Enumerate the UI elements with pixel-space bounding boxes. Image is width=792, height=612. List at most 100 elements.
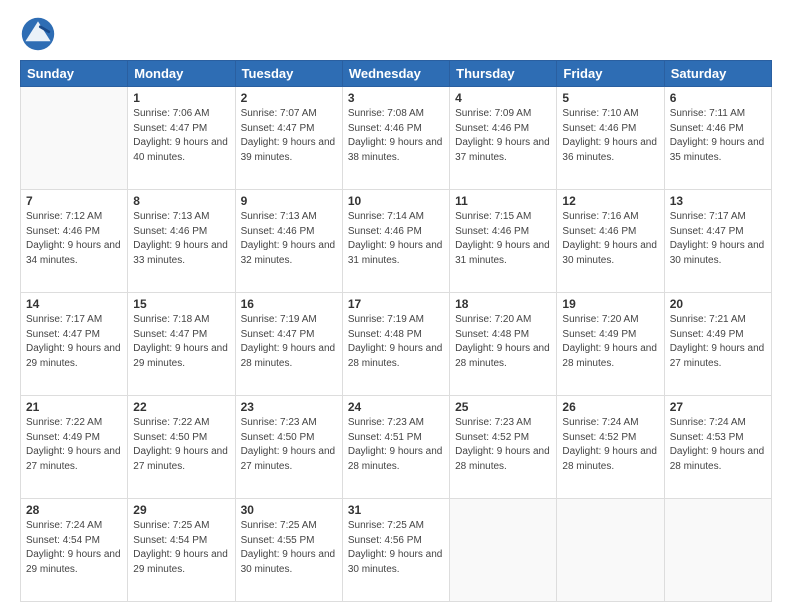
day-info: Sunrise: 7:17 AM Sunset: 4:47 PM Dayligh… <box>26 313 122 371</box>
day-number: 27 <box>670 400 766 414</box>
day-number: 8 <box>133 194 229 208</box>
calendar-cell <box>450 499 557 602</box>
calendar-cell: 5 Sunrise: 7:10 AM Sunset: 4:46 PM Dayli… <box>557 87 664 190</box>
calendar-cell: 13 Sunrise: 7:17 AM Sunset: 4:47 PM Dayl… <box>664 190 771 293</box>
calendar-cell: 30 Sunrise: 7:25 AM Sunset: 4:55 PM Dayl… <box>235 499 342 602</box>
calendar-cell: 10 Sunrise: 7:14 AM Sunset: 4:46 PM Dayl… <box>342 190 449 293</box>
day-number: 11 <box>455 194 551 208</box>
calendar-header-row: SundayMondayTuesdayWednesdayThursdayFrid… <box>21 61 772 87</box>
day-info: Sunrise: 7:13 AM Sunset: 4:46 PM Dayligh… <box>241 210 337 268</box>
calendar-cell <box>21 87 128 190</box>
day-number: 15 <box>133 297 229 311</box>
calendar-cell: 19 Sunrise: 7:20 AM Sunset: 4:49 PM Dayl… <box>557 293 664 396</box>
calendar-week-row: 14 Sunrise: 7:17 AM Sunset: 4:47 PM Dayl… <box>21 293 772 396</box>
calendar-cell: 31 Sunrise: 7:25 AM Sunset: 4:56 PM Dayl… <box>342 499 449 602</box>
day-info: Sunrise: 7:08 AM Sunset: 4:46 PM Dayligh… <box>348 107 444 165</box>
calendar-cell: 26 Sunrise: 7:24 AM Sunset: 4:52 PM Dayl… <box>557 396 664 499</box>
day-number: 30 <box>241 503 337 517</box>
calendar-week-row: 21 Sunrise: 7:22 AM Sunset: 4:49 PM Dayl… <box>21 396 772 499</box>
day-number: 29 <box>133 503 229 517</box>
calendar-header-wednesday: Wednesday <box>342 61 449 87</box>
calendar-cell: 9 Sunrise: 7:13 AM Sunset: 4:46 PM Dayli… <box>235 190 342 293</box>
calendar-cell: 22 Sunrise: 7:22 AM Sunset: 4:50 PM Dayl… <box>128 396 235 499</box>
calendar-cell: 11 Sunrise: 7:15 AM Sunset: 4:46 PM Dayl… <box>450 190 557 293</box>
day-number: 4 <box>455 91 551 105</box>
day-info: Sunrise: 7:07 AM Sunset: 4:47 PM Dayligh… <box>241 107 337 165</box>
day-number: 12 <box>562 194 658 208</box>
day-info: Sunrise: 7:20 AM Sunset: 4:48 PM Dayligh… <box>455 313 551 371</box>
day-info: Sunrise: 7:15 AM Sunset: 4:46 PM Dayligh… <box>455 210 551 268</box>
day-number: 16 <box>241 297 337 311</box>
calendar-cell: 12 Sunrise: 7:16 AM Sunset: 4:46 PM Dayl… <box>557 190 664 293</box>
calendar-cell: 16 Sunrise: 7:19 AM Sunset: 4:47 PM Dayl… <box>235 293 342 396</box>
calendar-cell: 25 Sunrise: 7:23 AM Sunset: 4:52 PM Dayl… <box>450 396 557 499</box>
calendar-cell: 2 Sunrise: 7:07 AM Sunset: 4:47 PM Dayli… <box>235 87 342 190</box>
calendar-header-friday: Friday <box>557 61 664 87</box>
day-info: Sunrise: 7:17 AM Sunset: 4:47 PM Dayligh… <box>670 210 766 268</box>
day-info: Sunrise: 7:22 AM Sunset: 4:49 PM Dayligh… <box>26 416 122 474</box>
day-number: 26 <box>562 400 658 414</box>
day-info: Sunrise: 7:12 AM Sunset: 4:46 PM Dayligh… <box>26 210 122 268</box>
calendar-cell: 23 Sunrise: 7:23 AM Sunset: 4:50 PM Dayl… <box>235 396 342 499</box>
day-info: Sunrise: 7:20 AM Sunset: 4:49 PM Dayligh… <box>562 313 658 371</box>
calendar-cell <box>557 499 664 602</box>
day-info: Sunrise: 7:10 AM Sunset: 4:46 PM Dayligh… <box>562 107 658 165</box>
calendar-cell: 20 Sunrise: 7:21 AM Sunset: 4:49 PM Dayl… <box>664 293 771 396</box>
day-info: Sunrise: 7:09 AM Sunset: 4:46 PM Dayligh… <box>455 107 551 165</box>
day-info: Sunrise: 7:24 AM Sunset: 4:52 PM Dayligh… <box>562 416 658 474</box>
day-number: 21 <box>26 400 122 414</box>
day-info: Sunrise: 7:21 AM Sunset: 4:49 PM Dayligh… <box>670 313 766 371</box>
day-number: 24 <box>348 400 444 414</box>
day-number: 28 <box>26 503 122 517</box>
logo-icon <box>20 16 56 52</box>
calendar-cell: 7 Sunrise: 7:12 AM Sunset: 4:46 PM Dayli… <box>21 190 128 293</box>
day-info: Sunrise: 7:11 AM Sunset: 4:46 PM Dayligh… <box>670 107 766 165</box>
day-info: Sunrise: 7:13 AM Sunset: 4:46 PM Dayligh… <box>133 210 229 268</box>
calendar-cell: 29 Sunrise: 7:25 AM Sunset: 4:54 PM Dayl… <box>128 499 235 602</box>
day-number: 2 <box>241 91 337 105</box>
calendar-cell: 6 Sunrise: 7:11 AM Sunset: 4:46 PM Dayli… <box>664 87 771 190</box>
day-number: 6 <box>670 91 766 105</box>
day-info: Sunrise: 7:14 AM Sunset: 4:46 PM Dayligh… <box>348 210 444 268</box>
calendar-week-row: 7 Sunrise: 7:12 AM Sunset: 4:46 PM Dayli… <box>21 190 772 293</box>
day-info: Sunrise: 7:19 AM Sunset: 4:48 PM Dayligh… <box>348 313 444 371</box>
day-number: 20 <box>670 297 766 311</box>
day-info: Sunrise: 7:24 AM Sunset: 4:54 PM Dayligh… <box>26 519 122 577</box>
calendar-cell: 24 Sunrise: 7:23 AM Sunset: 4:51 PM Dayl… <box>342 396 449 499</box>
day-number: 7 <box>26 194 122 208</box>
calendar-cell: 15 Sunrise: 7:18 AM Sunset: 4:47 PM Dayl… <box>128 293 235 396</box>
day-info: Sunrise: 7:06 AM Sunset: 4:47 PM Dayligh… <box>133 107 229 165</box>
calendar-week-row: 28 Sunrise: 7:24 AM Sunset: 4:54 PM Dayl… <box>21 499 772 602</box>
day-number: 9 <box>241 194 337 208</box>
page: SundayMondayTuesdayWednesdayThursdayFrid… <box>0 0 792 612</box>
calendar-cell: 28 Sunrise: 7:24 AM Sunset: 4:54 PM Dayl… <box>21 499 128 602</box>
calendar-header-monday: Monday <box>128 61 235 87</box>
calendar-header-saturday: Saturday <box>664 61 771 87</box>
header <box>20 16 772 52</box>
day-number: 14 <box>26 297 122 311</box>
day-number: 3 <box>348 91 444 105</box>
day-number: 17 <box>348 297 444 311</box>
day-number: 25 <box>455 400 551 414</box>
day-info: Sunrise: 7:23 AM Sunset: 4:50 PM Dayligh… <box>241 416 337 474</box>
calendar-cell: 3 Sunrise: 7:08 AM Sunset: 4:46 PM Dayli… <box>342 87 449 190</box>
day-info: Sunrise: 7:23 AM Sunset: 4:51 PM Dayligh… <box>348 416 444 474</box>
day-info: Sunrise: 7:19 AM Sunset: 4:47 PM Dayligh… <box>241 313 337 371</box>
day-number: 13 <box>670 194 766 208</box>
calendar-cell: 1 Sunrise: 7:06 AM Sunset: 4:47 PM Dayli… <box>128 87 235 190</box>
day-number: 5 <box>562 91 658 105</box>
day-number: 1 <box>133 91 229 105</box>
day-info: Sunrise: 7:25 AM Sunset: 4:56 PM Dayligh… <box>348 519 444 577</box>
day-number: 31 <box>348 503 444 517</box>
calendar-cell: 8 Sunrise: 7:13 AM Sunset: 4:46 PM Dayli… <box>128 190 235 293</box>
day-info: Sunrise: 7:25 AM Sunset: 4:54 PM Dayligh… <box>133 519 229 577</box>
calendar-cell: 21 Sunrise: 7:22 AM Sunset: 4:49 PM Dayl… <box>21 396 128 499</box>
day-number: 10 <box>348 194 444 208</box>
calendar-cell: 17 Sunrise: 7:19 AM Sunset: 4:48 PM Dayl… <box>342 293 449 396</box>
day-number: 18 <box>455 297 551 311</box>
day-number: 19 <box>562 297 658 311</box>
calendar-header-tuesday: Tuesday <box>235 61 342 87</box>
day-info: Sunrise: 7:22 AM Sunset: 4:50 PM Dayligh… <box>133 416 229 474</box>
calendar-table: SundayMondayTuesdayWednesdayThursdayFrid… <box>20 60 772 602</box>
day-number: 23 <box>241 400 337 414</box>
